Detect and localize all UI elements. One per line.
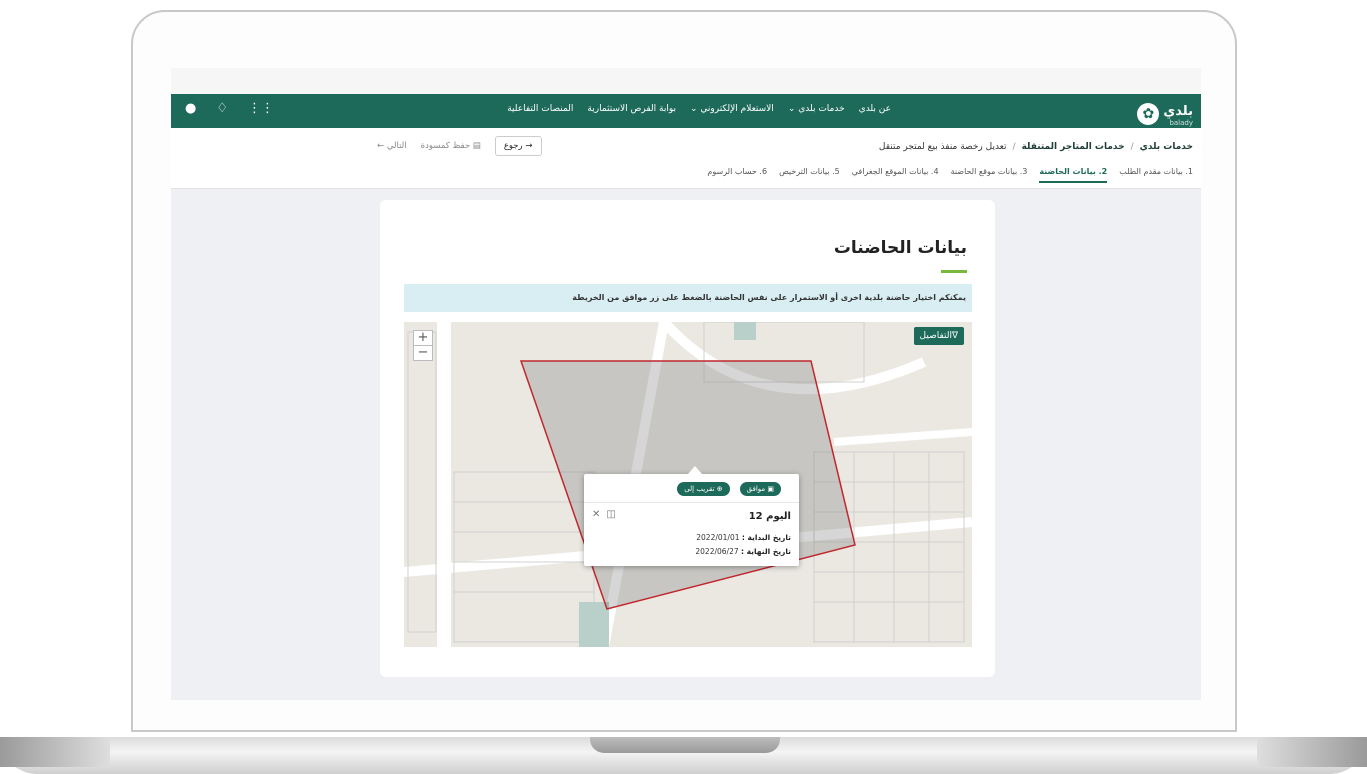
- popup-icons: ✕ ◫: [592, 509, 616, 520]
- end-date-row: تاريخ النهاية : 2022/06/27: [695, 547, 791, 556]
- back-button[interactable]: → رجوع: [494, 136, 542, 156]
- step-5[interactable]: 5. بيانات الترخيص: [779, 167, 840, 183]
- start-date-label: تاريخ البداية :: [741, 533, 791, 542]
- dock-icon[interactable]: ◫: [606, 509, 615, 520]
- breadcrumb-home[interactable]: خدمات بلدي: [1140, 142, 1193, 152]
- main-navbar: بلدي balady ✿ عن بلدي خدمات بلدي الاستعل…: [171, 94, 1201, 128]
- nav-links: عن بلدي خدمات بلدي الاستعلام الإلكتروني …: [507, 104, 891, 114]
- next-button[interactable]: التالي ←: [377, 141, 407, 151]
- nav-link-about[interactable]: عن بلدي: [859, 104, 891, 114]
- start-date-row: تاريخ البداية : 2022/01/01: [696, 533, 791, 542]
- zoom-in-button[interactable]: +: [414, 331, 432, 345]
- content-card: بيانات الحاضنات يمكنكم اختيار حاضنة بلدي…: [380, 200, 995, 677]
- zoom-out-button[interactable]: −: [414, 345, 432, 360]
- end-date-label: تاريخ النهاية :: [741, 547, 791, 556]
- palm-logo-icon: ✿: [1137, 102, 1160, 125]
- next-label: التالي: [386, 141, 407, 151]
- browser-screen: بلدي balady ✿ عن بلدي خدمات بلدي الاستعل…: [171, 68, 1201, 700]
- zoom-to-button[interactable]: ⊕ تقريب إلى: [677, 482, 730, 496]
- grid-icon[interactable]: ⋮⋮: [248, 101, 274, 116]
- sub-header: خدمات بلدي / خدمات المتاجر المتنقلة / تع…: [171, 128, 1201, 189]
- logo-name: بلدي: [1163, 104, 1193, 119]
- checkbox-icon: ▣: [767, 485, 774, 493]
- step-2[interactable]: 2. بيانات الحاضنة: [1039, 167, 1108, 183]
- balady-logo[interactable]: بلدي balady ✿: [1137, 100, 1193, 127]
- zoom-control: + −: [413, 330, 433, 361]
- bell-icon[interactable]: ♢: [216, 101, 228, 116]
- popup-title: اليوم 12: [748, 511, 791, 522]
- user-icon[interactable]: ●: [185, 101, 196, 116]
- step-3[interactable]: 3. بيانات موقع الحاضنة: [951, 167, 1028, 183]
- details-label: التفاصيل: [919, 331, 952, 341]
- breadcrumb-separator: /: [1012, 142, 1016, 152]
- details-button[interactable]: التفاصيل∇: [913, 327, 964, 345]
- nav-link-services[interactable]: خدمات بلدي: [788, 104, 844, 114]
- popup-actions: ▣ موافق ⊕ تقريب إلى: [677, 482, 781, 496]
- breadcrumb-current: تعديل رخصة منفذ بيع لمتجر متنقل: [878, 142, 1007, 152]
- approve-button[interactable]: ▣ موافق: [739, 482, 781, 496]
- end-date-value: 2022/06/27: [695, 547, 739, 556]
- map-view[interactable]: + − التفاصيل∇ ▣ موافق ⊕ تقريب إلى اليوم …: [404, 322, 972, 647]
- zoom-search-icon: ⊕: [716, 485, 723, 493]
- back-label: رجوع: [503, 141, 523, 151]
- info-notice: يمكنكم اختيار حاضنة بلدية اخرى أو الاستم…: [404, 284, 972, 312]
- browser-top-strip: [171, 68, 1201, 94]
- breadcrumb-section[interactable]: خدمات المتاجر المتنقلة: [1022, 142, 1125, 152]
- close-icon[interactable]: ✕: [592, 509, 600, 520]
- start-date-value: 2022/01/01: [696, 533, 740, 542]
- save-label: حفظ كمسودة: [420, 141, 471, 151]
- approve-label: موافق: [746, 485, 766, 493]
- save-draft-button[interactable]: ▤ حفظ كمسودة: [421, 141, 481, 151]
- nav-link-platforms[interactable]: المنصات التفاعلية: [507, 104, 573, 114]
- title-underline: [941, 270, 967, 273]
- page-title: بيانات الحاضنات: [833, 238, 967, 258]
- step-1[interactable]: 1. بيانات مقدم الطلب: [1119, 167, 1193, 183]
- laptop-base-edge-right: [1257, 737, 1367, 767]
- zoom-to-label: تقريب إلى: [684, 485, 715, 493]
- popup-divider: [584, 502, 799, 503]
- step-4[interactable]: 4. بيانات الموقع الجغرافي: [852, 167, 939, 183]
- breadcrumb: خدمات بلدي / خدمات المتاجر المتنقلة / تع…: [879, 142, 1193, 152]
- laptop-notch: [590, 737, 780, 753]
- filter-icon: ∇: [951, 331, 958, 341]
- nav-link-investment[interactable]: بوابة الفرص الاستثمارية: [587, 104, 676, 114]
- map-popup: ▣ موافق ⊕ تقريب إلى اليوم 12 ✕ ◫ تاريخ ا…: [584, 466, 799, 566]
- logo-sub: balady: [1169, 119, 1193, 127]
- nav-link-inquiry[interactable]: الاستعلام الإلكتروني: [690, 104, 773, 114]
- laptop-base-edge-left: [0, 737, 110, 767]
- nav-icons: ● ♢ ⋮⋮: [185, 101, 274, 116]
- step-6[interactable]: 6. حساب الرسوم: [707, 167, 767, 183]
- breadcrumb-separator: /: [1130, 142, 1134, 152]
- form-actions: → رجوع ▤ حفظ كمسودة التالي ←: [377, 136, 542, 156]
- wizard-steps: 1. بيانات مقدم الطلب 2. بيانات الحاضنة 3…: [707, 167, 1193, 183]
